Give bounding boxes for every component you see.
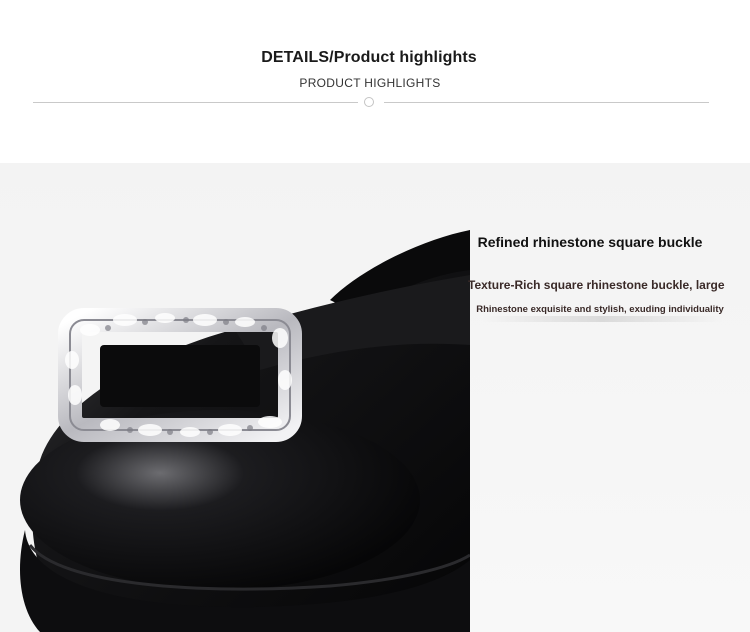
section-subtitle: PRODUCT HIGHLIGHTS (299, 76, 441, 90)
section-header: DETAILS/Product highlights PRODUCT HIGHL… (0, 0, 750, 163)
product-detail-panel: Refined rhinestone square buckle Texture… (0, 163, 750, 632)
divider-right (384, 102, 709, 103)
feature-description-line2: Rhinestone exquisite and stylish, exudin… (476, 304, 724, 315)
divider-left (33, 102, 358, 103)
text-reflection (482, 316, 722, 322)
shoe-photo (0, 230, 470, 632)
circle-icon (364, 97, 374, 107)
feature-title: Refined rhinestone square buckle (477, 234, 703, 250)
section-title: DETAILS/Product highlights (261, 49, 477, 66)
feature-description-line1: Texture-Rich square rhinestone buckle, l… (468, 278, 725, 292)
